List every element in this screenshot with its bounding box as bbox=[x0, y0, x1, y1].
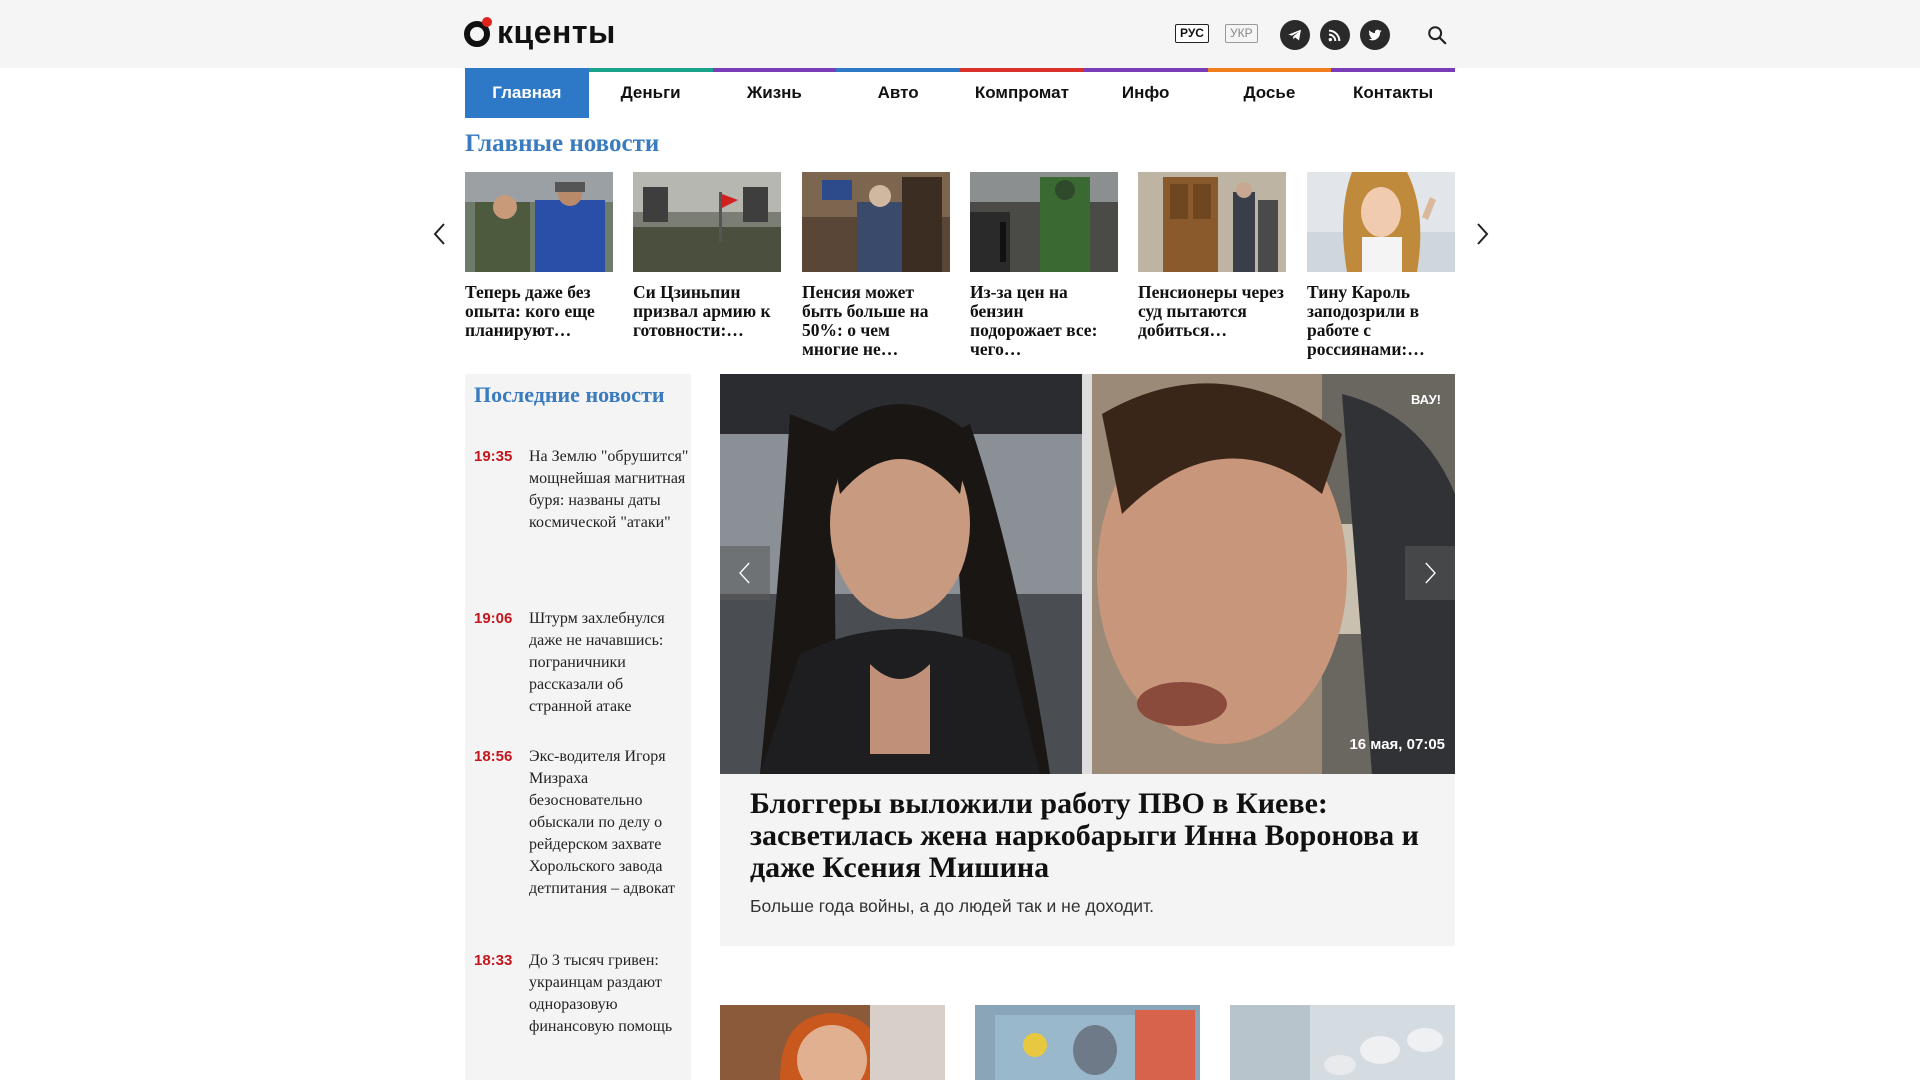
nav-item-kompromat[interactable]: Компромат bbox=[960, 68, 1084, 118]
nav-item-dossier[interactable]: Досье bbox=[1207, 68, 1332, 118]
featured-badge: ВАУ! bbox=[1410, 392, 1441, 407]
news-headline: Штурм захлебнулся даже не начавшись: пог… bbox=[529, 610, 665, 715]
logo-text: кценты bbox=[497, 14, 616, 50]
news-time: 19:06 bbox=[474, 610, 513, 627]
article-thumbnail[interactable] bbox=[975, 1005, 1200, 1080]
featured-title: Блоггеры выложили работу ПВО в Киеве: за… bbox=[750, 787, 1419, 884]
twitter-icon[interactable] bbox=[1360, 20, 1390, 50]
featured-subtitle: Больше года войны, а до людей так и не д… bbox=[750, 896, 1154, 916]
top-news-headline: Си Цзиньпин призвал армию к готовности:… bbox=[633, 283, 771, 340]
top-news-card[interactable]: Из-за цен на бензин подорожает все: чего… bbox=[970, 172, 1118, 359]
nav-item-info[interactable]: Инфо bbox=[1083, 68, 1208, 118]
slider-prev-icon[interactable] bbox=[720, 546, 770, 600]
top-news-headline: Тину Кароль заподозрили в работе с росси… bbox=[1307, 283, 1425, 359]
nav-item-contacts[interactable]: Контакты bbox=[1331, 68, 1455, 118]
news-thumbnail bbox=[633, 172, 781, 272]
news-thumbnail bbox=[802, 172, 950, 272]
telegram-icon[interactable] bbox=[1280, 20, 1310, 50]
nav-label: Инфо bbox=[1121, 83, 1170, 102]
article-thumbnail[interactable] bbox=[1230, 1005, 1455, 1080]
nav-label: Авто bbox=[877, 83, 919, 102]
nav-item-main[interactable]: Главная bbox=[465, 68, 589, 118]
top-news-card[interactable]: Си Цзиньпин призвал армию к готовности:… bbox=[633, 172, 781, 340]
latest-news-panel: Последние новости 19:35 На Землю "обруши… bbox=[465, 374, 691, 1080]
rss-icon[interactable] bbox=[1320, 20, 1350, 50]
news-time: 18:56 bbox=[474, 748, 513, 765]
top-news-headline: Пенсия может быть больше на 50%: о чем м… bbox=[802, 283, 929, 359]
news-thumbnail bbox=[1307, 172, 1455, 272]
latest-news-title: Последние новости bbox=[474, 382, 665, 407]
nav-label: Деньги bbox=[620, 83, 681, 102]
top-news-title: Главные новости bbox=[465, 130, 660, 157]
nav-item-auto[interactable]: Авто bbox=[836, 68, 960, 118]
logo-mark bbox=[464, 17, 494, 47]
latest-news-item[interactable]: 19:35 На Землю "обрушится" мощнейшая маг… bbox=[474, 446, 689, 534]
article-thumbnail[interactable] bbox=[720, 1005, 945, 1080]
nav-item-life[interactable]: Жизнь bbox=[712, 68, 837, 118]
carousel-next-icon[interactable] bbox=[1470, 220, 1494, 248]
nav-label: Контакты bbox=[1353, 83, 1434, 102]
news-time: 18:33 bbox=[474, 952, 513, 969]
nav-item-money[interactable]: Деньги bbox=[588, 68, 713, 118]
top-news-headline: Пенсионеры через суд пытаются добиться… bbox=[1138, 283, 1284, 340]
nav-label: Жизнь bbox=[746, 83, 802, 102]
featured-image: ВАУ! 16 мая, 07:05 bbox=[720, 374, 1455, 774]
news-thumbnail bbox=[970, 172, 1118, 272]
nav-label: Досье bbox=[1243, 83, 1296, 102]
lang-ru-button[interactable]: РУС bbox=[1175, 24, 1209, 43]
latest-news-item[interactable]: 18:56 Экс-водителя Игоря Мизраха безосно… bbox=[474, 746, 689, 900]
top-header: кценты РУС УКР bbox=[0, 0, 1920, 68]
news-time: 19:35 bbox=[474, 448, 513, 465]
carousel-prev-icon[interactable] bbox=[428, 220, 452, 248]
top-news-card[interactable]: Пенсионеры через суд пытаются добиться… bbox=[1138, 172, 1286, 340]
top-news-card[interactable]: Пенсия может быть больше на 50%: о чем м… bbox=[802, 172, 950, 359]
news-thumbnail bbox=[465, 172, 613, 272]
latest-news-item[interactable]: 19:06 Штурм захлебнулся даже не начавшис… bbox=[474, 608, 689, 718]
main-nav: Главная Деньги Жизнь Авто Компромат Инфо… bbox=[465, 68, 1455, 118]
slider-next-icon[interactable] bbox=[1405, 546, 1455, 600]
nav-label: Главная bbox=[492, 83, 562, 102]
featured-date: 16 мая, 07:05 bbox=[1349, 736, 1445, 753]
featured-photo-left bbox=[720, 374, 1082, 774]
top-news-headline: Теперь даже без опыта: кого еще планирую… bbox=[465, 283, 595, 340]
featured-photo-right bbox=[1092, 374, 1455, 774]
top-news-headline: Из-за цен на бензин подорожает все: чего… bbox=[970, 283, 1098, 359]
news-thumbnail bbox=[1138, 172, 1286, 272]
site-logo[interactable]: кценты bbox=[464, 14, 616, 50]
nav-label: Компромат bbox=[974, 83, 1069, 102]
top-news-card[interactable]: Тину Кароль заподозрили в работе с росси… bbox=[1307, 172, 1455, 359]
news-headline: До 3 тысяч гривен: украинцам раздают одн… bbox=[529, 952, 673, 1035]
lang-uk-button[interactable]: УКР bbox=[1225, 24, 1258, 43]
latest-news-item[interactable]: 18:33 До 3 тысяч гривен: украинцам разда… bbox=[474, 950, 689, 1038]
news-headline: Экс-водителя Игоря Мизраха безоснователь… bbox=[529, 748, 676, 897]
search-icon[interactable] bbox=[1426, 24, 1448, 46]
featured-article[interactable]: ВАУ! 16 мая, 07:05 Блоггеры выложили раб… bbox=[720, 374, 1455, 946]
news-headline: На Землю "обрушится" мощнейшая магнитная… bbox=[529, 448, 689, 531]
top-news-card[interactable]: Теперь даже без опыта: кого еще планирую… bbox=[465, 172, 613, 340]
